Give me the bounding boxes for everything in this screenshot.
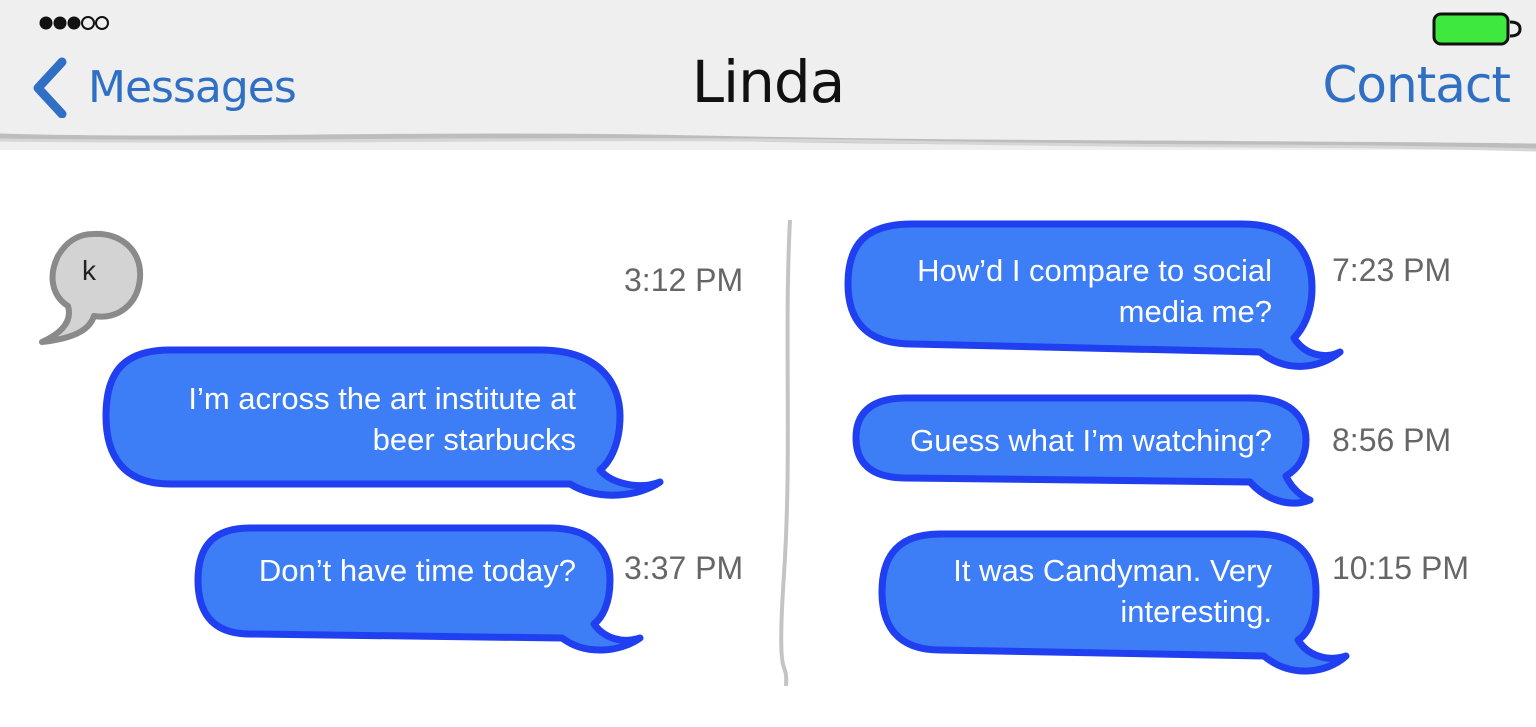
message-text: Don’t have time today? (258, 553, 576, 588)
conversation-title: Linda (691, 48, 846, 116)
message-time: 3:12 PM (624, 262, 744, 298)
message-text: How’d I compare to social media me? (917, 253, 1272, 329)
message-bubble[interactable]: It was Candyman. Very interesting. (876, 528, 1356, 680)
message-bubble[interactable]: I’m across the art institute at beer sta… (100, 344, 670, 504)
message-bubble[interactable]: How’d I compare to social media me? (842, 218, 1352, 378)
message-text: It was Candyman. Very interesting. (953, 553, 1272, 629)
message-time: 3:37 PM (624, 550, 744, 586)
avatar-letter: k (82, 255, 96, 286)
message-time: 10:15 PM (1332, 550, 1469, 586)
signal-dots-icon (39, 16, 109, 30)
battery-full-icon (1432, 12, 1522, 46)
message-bubble[interactable]: Don’t have time today? (190, 520, 650, 660)
message-time: 7:23 PM (1332, 252, 1452, 288)
contact-avatar (39, 230, 144, 345)
message-text: I’m across the art institute at beer sta… (188, 381, 576, 457)
message-text: Guess what I’m watching? (910, 423, 1272, 458)
header-edge-line (0, 133, 1536, 152)
message-time: 8:56 PM (1332, 422, 1452, 458)
message-bubble[interactable]: Guess what I’m watching? (850, 392, 1320, 516)
column-divider (779, 219, 792, 687)
contact-button[interactable]: Contact (1322, 56, 1511, 114)
